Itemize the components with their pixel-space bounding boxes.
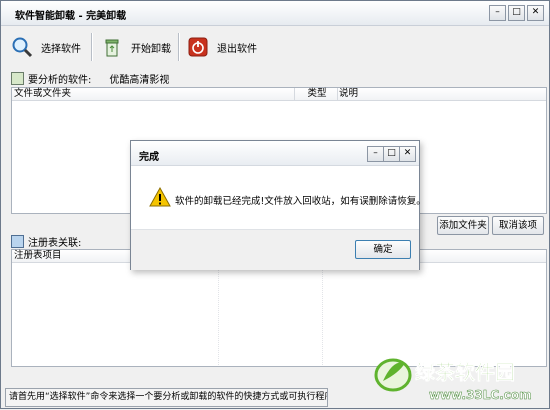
power-icon bbox=[187, 36, 209, 58]
dialog-footer: 确定 bbox=[131, 229, 419, 270]
title-bar: 软件智能卸载 - 完美卸载 – □ ✕ bbox=[1, 1, 549, 26]
column-file-or-folder[interactable]: 文件或文件夹 bbox=[12, 88, 295, 100]
completion-dialog: 完成 – □ ✕ 软件的卸载已经完成!文件放入回收站，如有误删除请恢复。 确定 bbox=[130, 140, 426, 270]
exit-software-button[interactable]: 退出软件 bbox=[187, 33, 257, 61]
analysis-target: 优酷高清影视 bbox=[109, 75, 170, 86]
recycle-bin-icon bbox=[101, 36, 123, 58]
dialog-close-button[interactable]: ✕ bbox=[399, 146, 416, 162]
start-uninstall-label: 开始卸载 bbox=[131, 43, 171, 55]
watermark-logo: 绿茶软件园 www.33LC.com bbox=[371, 347, 549, 407]
dialog-minimize-button[interactable]: – bbox=[367, 146, 384, 162]
ok-button[interactable]: 确定 bbox=[355, 240, 411, 259]
files-list-header: 文件或文件夹 类型 说明 bbox=[12, 88, 546, 101]
column-description[interactable]: 说明 bbox=[337, 88, 539, 100]
status-bar: 请首先用“选择软件”命令来选择一个要分析或卸载的软件的快捷方式或可执行程序。 bbox=[5, 388, 328, 407]
registry-label: 注册表关联: bbox=[28, 238, 82, 249]
analysis-label: 要分析的软件: bbox=[28, 75, 92, 86]
registry-icon bbox=[11, 235, 24, 248]
analysis-label-row: 要分析的软件: 优酷高清影视 bbox=[11, 71, 169, 86]
magnifier-icon bbox=[11, 36, 33, 58]
document-icon bbox=[11, 72, 24, 85]
cancel-item-button[interactable]: 取消该项 bbox=[492, 216, 544, 235]
watermark-brand: 绿茶软件园 bbox=[415, 360, 515, 384]
grid-line bbox=[322, 263, 323, 365]
dialog-title-bar: 完成 – □ ✕ bbox=[131, 141, 419, 166]
maximize-button[interactable]: □ bbox=[508, 5, 525, 21]
toolbar-separator bbox=[178, 33, 179, 61]
dialog-maximize-button[interactable]: □ bbox=[383, 146, 400, 162]
column-type[interactable]: 类型 bbox=[295, 88, 338, 100]
select-software-label: 选择软件 bbox=[41, 43, 81, 55]
dialog-title: 完成 bbox=[139, 152, 159, 163]
exit-software-label: 退出软件 bbox=[217, 43, 257, 55]
grid-line bbox=[218, 263, 219, 365]
start-uninstall-button[interactable]: 开始卸载 bbox=[101, 33, 171, 61]
window-title: 软件智能卸载 - 完美卸载 bbox=[15, 11, 127, 22]
watermark-url: www.33LC.com bbox=[429, 388, 532, 402]
registry-label-row: 注册表关联: bbox=[11, 234, 81, 249]
close-button[interactable]: ✕ bbox=[527, 5, 544, 21]
minimize-button[interactable]: – bbox=[489, 5, 506, 21]
select-software-button[interactable]: 选择软件 bbox=[11, 33, 81, 61]
warning-icon bbox=[149, 186, 171, 210]
toolbar: 选择软件 开始卸载 退出软件 bbox=[1, 27, 549, 67]
toolbar-separator bbox=[91, 33, 92, 61]
dialog-message: 软件的卸载已经完成!文件放入回收站，如有误删除请恢复。 bbox=[175, 196, 426, 207]
add-folder-button[interactable]: 添加文件夹 bbox=[437, 216, 489, 235]
